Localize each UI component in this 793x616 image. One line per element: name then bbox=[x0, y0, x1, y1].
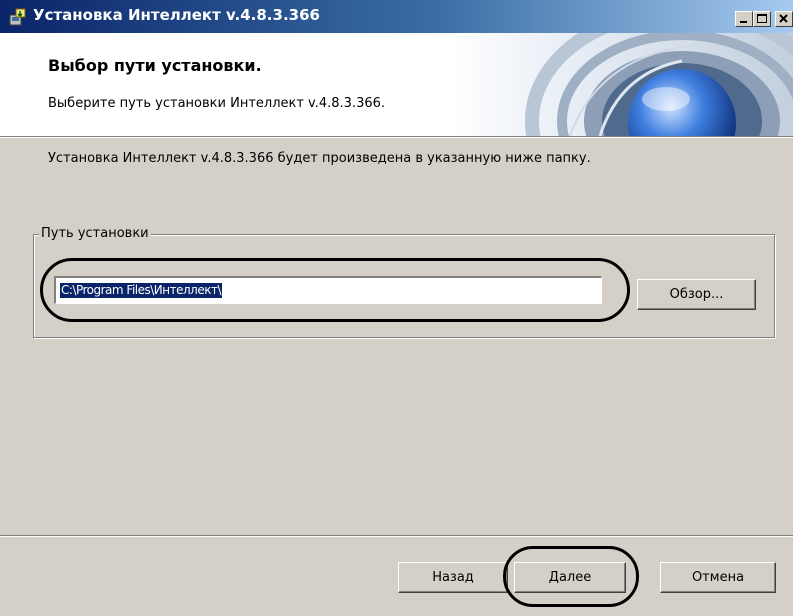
install-description: Установка Интеллект v.4.8.3.366 будет пр… bbox=[48, 151, 591, 166]
browse-button[interactable]: Обзор... bbox=[637, 279, 756, 310]
footer-divider-highlight bbox=[0, 536, 793, 537]
page-subtitle: Выберите путь установки Интеллект v.4.8.… bbox=[48, 96, 386, 111]
installer-icon bbox=[9, 8, 27, 26]
minimize-button[interactable] bbox=[735, 11, 753, 27]
back-button[interactable]: Назад bbox=[398, 562, 508, 593]
install-path-group-label: Путь установки bbox=[39, 226, 151, 241]
page-title: Выбор пути установки. bbox=[48, 56, 262, 75]
install-path-input[interactable]: C:\Program Files\Интеллект\ bbox=[54, 276, 602, 304]
install-path-value: C:\Program Files\Интеллект\ bbox=[60, 283, 222, 298]
maximize-icon bbox=[757, 14, 767, 23]
window-title: Установка Интеллект v.4.8.3.366 bbox=[33, 6, 320, 24]
maximize-button[interactable] bbox=[753, 11, 771, 27]
close-button[interactable] bbox=[775, 11, 793, 27]
close-icon bbox=[779, 14, 788, 23]
banner-logo-graphic bbox=[450, 33, 793, 136]
next-button[interactable]: Далее bbox=[514, 562, 626, 593]
header-divider-highlight bbox=[0, 137, 793, 138]
cancel-button[interactable]: Отмена bbox=[660, 562, 776, 593]
installer-window: Установка Интеллект v.4.8.3.366 Выбор пу… bbox=[0, 0, 793, 616]
header-banner: Выбор пути установки. Выберите путь уста… bbox=[0, 33, 793, 136]
minimize-icon bbox=[740, 21, 747, 23]
title-bar[interactable]: Установка Интеллект v.4.8.3.366 bbox=[0, 0, 793, 33]
